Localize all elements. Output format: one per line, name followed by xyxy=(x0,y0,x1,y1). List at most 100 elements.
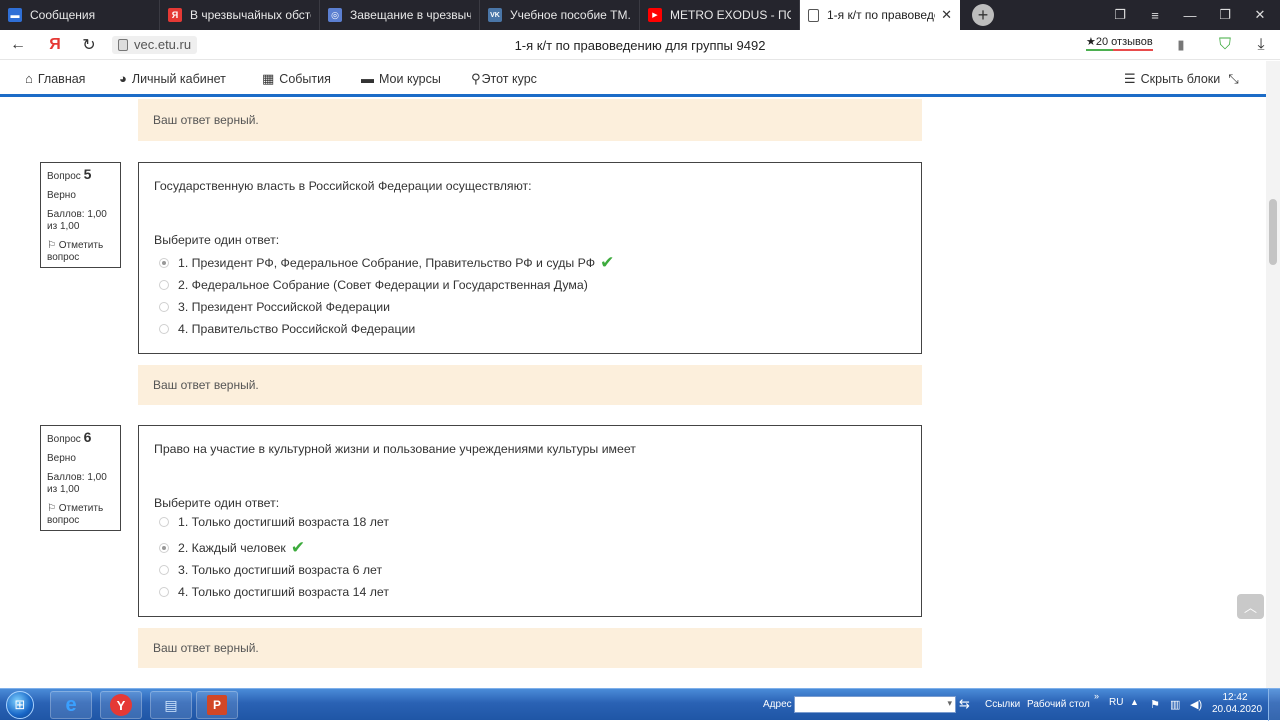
radio[interactable] xyxy=(159,587,169,597)
nav-label: Главная xyxy=(37,71,86,86)
nav-events[interactable]: ▦ События xyxy=(262,71,331,87)
radio[interactable] xyxy=(159,324,169,334)
tab-label: 1-я к/т по правоведени xyxy=(827,8,935,22)
vk-icon: VK xyxy=(488,8,502,22)
flag-icon: ⚐ xyxy=(47,240,56,251)
answer-option[interactable]: 3. Только достигший возраста 6 лет xyxy=(159,562,382,578)
nav-courses[interactable]: ▬ Мои курсы xyxy=(361,71,441,86)
explorer-icon[interactable]: ▤ xyxy=(150,691,192,719)
nav-home[interactable]: ⌂ Главная xyxy=(25,71,85,86)
option-text: 3. Президент Российской Федерации xyxy=(178,300,390,314)
go-arrow-icon[interactable]: ⇆ xyxy=(959,696,970,712)
scroll-to-top-button[interactable]: ︿ xyxy=(1237,594,1264,619)
maximize-icon[interactable]: ❐ xyxy=(1208,0,1242,30)
radio-selected[interactable] xyxy=(159,258,169,268)
volume-icon[interactable]: ◀) xyxy=(1190,698,1202,711)
option-text: 2. Федеральное Собрание (Совет Федерации… xyxy=(178,278,588,292)
question-score: Баллов: 1,00 из 1,00 xyxy=(47,209,107,232)
dashboard-icon: ◕ xyxy=(119,71,127,86)
browser-tab-bar: ▬ Сообщения Я В чрезвычайных обстояте ◎ … xyxy=(0,0,1280,30)
close-window-icon[interactable]: ✕ xyxy=(1243,0,1277,30)
radio[interactable] xyxy=(159,302,169,312)
new-tab-button[interactable]: + xyxy=(972,4,994,26)
sitemap-icon: ⚲ xyxy=(471,71,481,86)
feedback-text: Ваш ответ верный. xyxy=(153,113,259,127)
answer-option[interactable]: 3. Президент Российской Федерации xyxy=(159,299,390,315)
radio-selected[interactable] xyxy=(159,543,169,553)
quiz-review-content: Ваш ответ верный. Вопрос 5 Верно Баллов:… xyxy=(0,99,1266,689)
question-number: Вопрос 6 xyxy=(47,430,114,446)
taskbar-address-input[interactable] xyxy=(794,696,956,713)
links-toolbar[interactable]: Ссылки xyxy=(985,699,1020,710)
tab-youtube[interactable]: ▶ METRO EXODUS - ПОЗОР xyxy=(640,0,800,30)
tab-label: Учебное пособие ТМ.pdf xyxy=(510,8,631,22)
checkmark-icon: ✔ xyxy=(600,253,615,272)
answer-option[interactable]: 4. Правительство Российской Федерации xyxy=(159,321,415,337)
scrollbar-thumb[interactable] xyxy=(1269,199,1277,265)
feedback-box: Ваш ответ верный. xyxy=(138,99,922,141)
menu-icon[interactable]: ≡ xyxy=(1138,0,1172,30)
start-button[interactable]: ⊞ xyxy=(2,689,38,721)
site-navbar: ⌂ Главная ◕ Личный кабинет ▦ События ▬ М… xyxy=(0,61,1268,97)
yandex-browser-icon[interactable]: Y xyxy=(100,691,142,719)
hide-blocks-button[interactable]: ☰ Скрыть блоки ⤡ xyxy=(1124,71,1244,87)
question-number: Вопрос 5 xyxy=(47,166,114,183)
reviews-badge[interactable]: ★20 отзывов xyxy=(1086,35,1153,51)
question-label: Вопрос xyxy=(47,171,81,182)
show-desktop-button[interactable] xyxy=(1268,689,1280,721)
shield-icon[interactable]: ⛉ xyxy=(1215,35,1235,55)
nav-label: Личный кабинет xyxy=(131,71,226,86)
powerpoint-icon[interactable]: P xyxy=(196,691,238,719)
language-indicator[interactable]: RU xyxy=(1109,697,1123,708)
option-text: 2. Каждый человек xyxy=(178,541,286,555)
tab-messages[interactable]: ▬ Сообщения xyxy=(0,0,160,30)
radio[interactable] xyxy=(159,565,169,575)
feedback-text: Ваш ответ верный. xyxy=(153,378,259,392)
question-text: Право на участие в культурной жизни и по… xyxy=(154,442,636,456)
nav-this-course[interactable]: ⚲ Этот курс xyxy=(471,71,537,87)
bookmarks-icon[interactable]: ❐ xyxy=(1103,0,1137,30)
action-center-flag-icon[interactable]: ⚑ xyxy=(1150,698,1160,711)
answer-option[interactable]: 1. Президент РФ, Федеральное Собрание, П… xyxy=(159,253,615,272)
answer-option[interactable]: 2. Федеральное Собрание (Совет Федерации… xyxy=(159,277,588,293)
network-icon[interactable]: ▥ xyxy=(1170,698,1180,711)
flag-label: Отметить вопрос xyxy=(47,240,104,263)
home-icon: ⌂ xyxy=(25,71,33,86)
flag-icon: ⚐ xyxy=(47,503,56,514)
document-icon xyxy=(808,8,819,22)
clock-time: 12:42 xyxy=(1222,692,1248,703)
radio[interactable] xyxy=(159,280,169,290)
tab-textbook[interactable]: VK Учебное пособие ТМ.pdf xyxy=(480,0,640,30)
nav-label: Этот курс xyxy=(481,72,537,86)
youtube-icon: ▶ xyxy=(648,8,662,22)
clock-date: 20.04.2020 xyxy=(1212,704,1263,715)
chevron-up-icon[interactable]: ▲ xyxy=(1130,697,1139,707)
answer-option[interactable]: 4. Только достигший возраста 14 лет xyxy=(159,584,389,600)
download-icon[interactable]: ⤓ xyxy=(1251,35,1271,55)
desktop-toolbar[interactable]: Рабочий стол xyxy=(1027,699,1090,710)
system-clock[interactable]: 12:42 20.04.2020 xyxy=(1212,692,1263,716)
page-scrollbar[interactable] xyxy=(1266,61,1280,688)
checkmark-icon: ✔ xyxy=(290,538,306,557)
close-tab-icon[interactable]: ✕ xyxy=(941,7,952,23)
option-text: 4. Правительство Российской Федерации xyxy=(178,322,416,336)
radio[interactable] xyxy=(159,517,169,527)
answer-option[interactable]: 1. Только достигший возраста 18 лет xyxy=(159,514,389,530)
question-box-5: Государственную власть в Российской Феде… xyxy=(138,162,922,354)
question-box-6: Право на участие в культурной жизни и по… xyxy=(138,425,922,617)
answer-option[interactable]: 2. Каждый человек ✔ xyxy=(159,538,306,557)
minimize-icon[interactable]: — xyxy=(1173,0,1207,30)
windows-taskbar: ⊞ e Y ▤ P Адрес ⇆ Ссылки Рабочий стол » … xyxy=(0,688,1280,721)
question-number-value: 5 xyxy=(83,166,92,182)
tab-testament[interactable]: ◎ Завещание в чрезвычайн xyxy=(320,0,480,30)
flag-question-link[interactable]: ⚐ Отметить вопрос xyxy=(47,503,114,527)
tab-emergency[interactable]: Я В чрезвычайных обстояте xyxy=(160,0,320,30)
tab-label: В чрезвычайных обстояте xyxy=(190,8,311,22)
tab-quiz-active[interactable]: 1-я к/т по правоведени ✕ xyxy=(800,0,960,30)
bookmark-icon[interactable]: ▮ xyxy=(1171,35,1191,55)
nav-cabinet[interactable]: ◕ Личный кабинет xyxy=(119,71,226,86)
nav-label: Мои курсы xyxy=(379,71,441,86)
flag-question-link[interactable]: ⚐ Отметить вопрос xyxy=(47,240,114,264)
toolbar-overflow-icon[interactable]: » xyxy=(1094,691,1099,701)
internet-explorer-icon[interactable]: e xyxy=(50,691,92,719)
